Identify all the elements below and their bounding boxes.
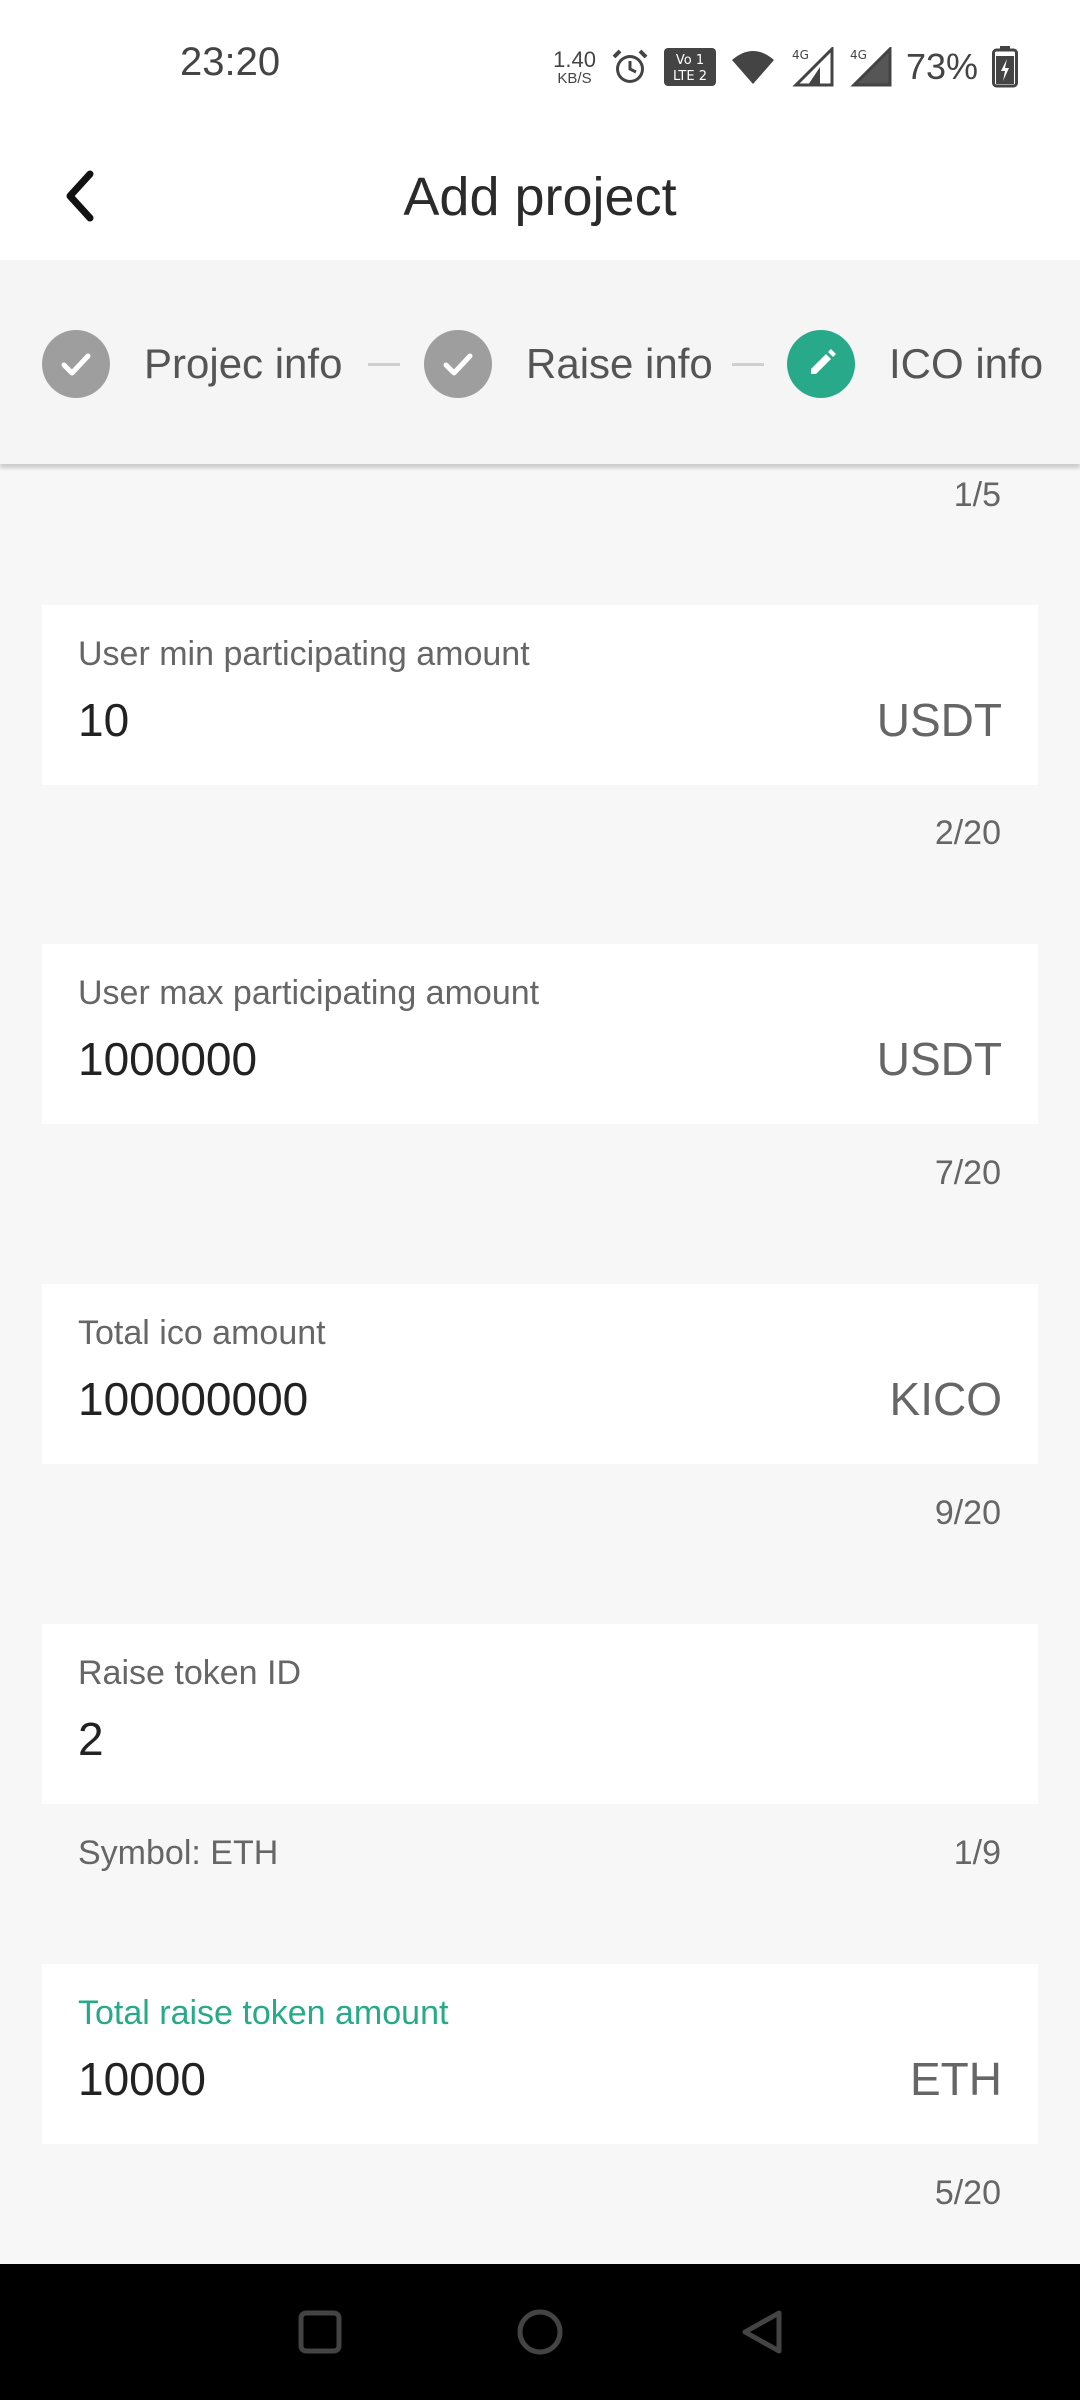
raise-token-id-field[interactable]: Raise token ID 2 bbox=[42, 1624, 1038, 1804]
field-value[interactable]: 10000 bbox=[78, 2052, 206, 2106]
step-separator bbox=[732, 363, 764, 366]
status-bar: 23:20 1.40 KB/S Vo 1 LTE 2 4G 4G 73% bbox=[0, 0, 1080, 136]
check-icon bbox=[61, 353, 91, 376]
svg-text:Vo 1: Vo 1 bbox=[676, 53, 704, 68]
step-separator bbox=[368, 363, 400, 366]
field-value[interactable]: 10 bbox=[78, 693, 129, 747]
char-counter: 9/20 bbox=[934, 1494, 1001, 1532]
recent-apps-button[interactable] bbox=[288, 2300, 352, 2364]
network-speed-value: 1.40 bbox=[553, 46, 596, 72]
network-speed: 1.40 KB/S bbox=[553, 46, 596, 87]
home-icon bbox=[517, 2309, 563, 2355]
char-counter: 7/20 bbox=[934, 1154, 1001, 1192]
svg-text:4G: 4G bbox=[792, 48, 809, 62]
pencil-icon bbox=[811, 349, 836, 374]
signal-4g-icon: 4G bbox=[790, 47, 834, 87]
status-time: 23:20 bbox=[180, 40, 281, 84]
step-label: Raise info bbox=[526, 340, 713, 387]
step-circle bbox=[42, 330, 110, 398]
total-raise-token-amount-field[interactable]: Total raise token amount 10000 ETH bbox=[42, 1964, 1038, 2144]
step-circle bbox=[424, 330, 492, 398]
max-amount-field[interactable]: User max participating amount 1000000 US… bbox=[42, 944, 1038, 1124]
back-icon bbox=[742, 2310, 782, 2354]
min-amount-field[interactable]: User min participating amount 10 USDT bbox=[42, 605, 1038, 785]
field-label: User min participating amount bbox=[78, 635, 530, 673]
volte-icon: Vo 1 LTE 2 bbox=[663, 48, 716, 86]
step-label: Projec info bbox=[144, 340, 343, 387]
field-unit: ETH bbox=[910, 2053, 1002, 2105]
step-project-info[interactable]: Projec info bbox=[42, 330, 342, 398]
field-unit: USDT bbox=[876, 694, 1002, 746]
step-circle bbox=[787, 330, 855, 398]
back-nav-button[interactable] bbox=[730, 2300, 794, 2364]
field-value[interactable]: 100000000 bbox=[78, 1372, 308, 1426]
battery-icon bbox=[992, 46, 1018, 88]
step-ico-info[interactable]: ICO info bbox=[787, 330, 1043, 398]
field-value[interactable]: 2 bbox=[78, 1712, 104, 1766]
field-unit: KICO bbox=[889, 1373, 1002, 1425]
battery-percent: 73% bbox=[905, 46, 978, 87]
char-counter: 1/9 bbox=[953, 1834, 1001, 1872]
status-icons: 1.40 KB/S Vo 1 LTE 2 4G 4G 73% bbox=[553, 42, 1018, 92]
field-unit: USDT bbox=[876, 1033, 1002, 1085]
token-symbol-helper: Symbol: ETH bbox=[78, 1834, 279, 1872]
check-icon bbox=[443, 353, 473, 376]
field-label: Raise token ID bbox=[78, 1654, 301, 1692]
network-speed-unit: KB/S bbox=[557, 69, 592, 87]
form-content: 1/5 User min participating amount 10 USD… bbox=[0, 464, 1080, 2264]
field-value[interactable]: 1000000 bbox=[78, 1032, 257, 1086]
page-title: Add project bbox=[403, 167, 677, 227]
step-raise-info[interactable]: Raise info bbox=[424, 330, 713, 398]
total-ico-amount-field[interactable]: Total ico amount 100000000 KICO bbox=[42, 1284, 1038, 1464]
app-bar: Add project bbox=[0, 136, 1080, 260]
svg-text:LTE 2: LTE 2 bbox=[673, 69, 707, 84]
signal-4g-icon: 4G bbox=[848, 47, 892, 87]
field-label: Total ico amount bbox=[78, 1314, 326, 1352]
field-label: User max participating amount bbox=[78, 974, 540, 1012]
wifi-icon bbox=[730, 48, 776, 86]
char-counter: 5/20 bbox=[934, 2174, 1001, 2212]
recent-apps-icon bbox=[298, 2310, 342, 2354]
step-label: ICO info bbox=[889, 340, 1044, 387]
stepper: Projec info Raise info ICO info bbox=[0, 260, 1080, 464]
char-counter: 2/20 bbox=[934, 814, 1001, 852]
home-button[interactable] bbox=[508, 2300, 572, 2364]
char-counter: 1/5 bbox=[953, 476, 1001, 514]
field-label: Total raise token amount bbox=[78, 1994, 449, 2032]
system-nav-bar bbox=[0, 2264, 1080, 2400]
alarm-icon bbox=[610, 47, 650, 87]
svg-text:4G: 4G bbox=[850, 48, 867, 62]
